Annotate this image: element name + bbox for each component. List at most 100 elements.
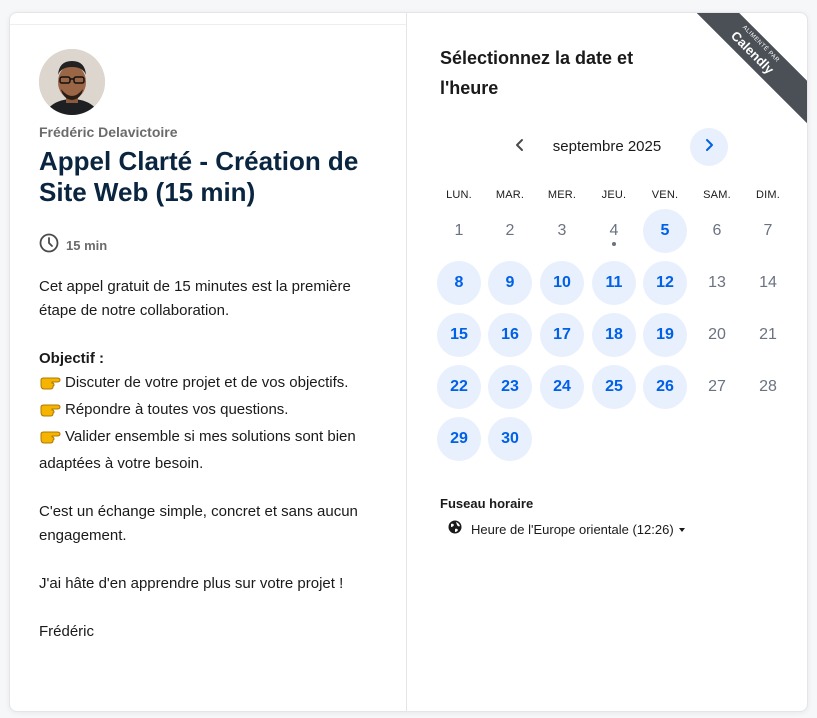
event-description: Cet appel gratuit de 15 minutes est la p… [39, 275, 389, 644]
day-number: 16 [501, 326, 519, 343]
day-number: 28 [759, 378, 777, 395]
weekday-label: JEU. [601, 189, 627, 201]
calendar-day-available[interactable]: 11 [592, 261, 636, 305]
day-number: 22 [450, 378, 468, 395]
calendar-day-available[interactable]: 26 [643, 365, 687, 409]
event-duration: 15 min [39, 233, 107, 258]
day-number: 21 [759, 326, 777, 343]
description-simple: C'est un échange simple, concret et sans… [39, 503, 358, 544]
timezone-value: Heure de l'Europe orientale (12:26) [471, 522, 674, 537]
calendar-day: 1 [437, 209, 481, 253]
divider [10, 24, 407, 25]
previous-month-button[interactable] [503, 130, 537, 164]
day-number: 8 [454, 274, 464, 291]
calendar-day-available[interactable]: 12 [643, 261, 687, 305]
day-number: 13 [708, 274, 726, 291]
day-number: 2 [505, 222, 515, 239]
next-month-button[interactable] [690, 128, 728, 166]
day-number: 18 [605, 326, 623, 343]
month-navigation: septembre 2025 [407, 127, 807, 167]
backhand-index-pointing-right-icon [39, 374, 61, 398]
description-intro: Cet appel gratuit de 15 minutes est la p… [39, 278, 351, 319]
date-picker-panel: Sélectionnez la date et l'heure ALIMENTÉ… [407, 13, 807, 711]
timezone-selector[interactable]: Heure de l'Europe orientale (12:26) [448, 520, 685, 539]
weekday-label: SAM. [703, 189, 731, 201]
calendar-day-available[interactable]: 23 [488, 365, 532, 409]
weekday-label: DIM. [755, 189, 781, 201]
chevron-right-icon [703, 138, 715, 157]
globe-icon [448, 520, 462, 539]
calendar-day: 27 [695, 365, 739, 409]
weekday-label: VEN. [651, 189, 679, 201]
day-number: 9 [505, 274, 515, 291]
day-number: 19 [656, 326, 674, 343]
day-number: 7 [763, 222, 773, 239]
calendar-day-available[interactable]: 17 [540, 313, 584, 357]
calendar-day-available[interactable]: 10 [540, 261, 584, 305]
calendar-day: 20 [695, 313, 739, 357]
backhand-index-pointing-right-icon [39, 401, 61, 425]
day-number: 6 [712, 222, 722, 239]
clock-icon [39, 233, 59, 258]
booking-card: Frédéric Delavictoire Appel Clarté - Cré… [9, 12, 808, 712]
calendar-day-available[interactable]: 15 [437, 313, 481, 357]
day-number: 20 [708, 326, 726, 343]
calendar-day-available[interactable]: 29 [437, 417, 481, 461]
weekday-label: MAR. [495, 189, 525, 201]
objective-label: Objectif : [39, 350, 105, 367]
day-number: 10 [553, 274, 571, 291]
calendar-day: 6 [695, 209, 739, 253]
calendar-day: 2 [488, 209, 532, 253]
day-number: 29 [450, 430, 468, 447]
objective-point: Répondre à toutes vos questions. [39, 398, 389, 425]
caret-down-icon [678, 528, 685, 532]
calendar-day-available[interactable]: 18 [592, 313, 636, 357]
calendar-day-available[interactable]: 8 [437, 261, 481, 305]
calendar-day-available[interactable]: 5 [643, 209, 687, 253]
signature: Frédéric [39, 623, 95, 640]
day-number: 24 [553, 378, 571, 395]
calendar-day: 3 [540, 209, 584, 253]
weekday-label: MER. [547, 189, 577, 201]
timezone-label: Fuseau horaire [440, 496, 534, 511]
day-number: 1 [454, 222, 464, 239]
calendar-day: 21 [746, 313, 790, 357]
day-number: 26 [656, 378, 674, 395]
day-number: 23 [501, 378, 519, 395]
calendar-day-available[interactable]: 25 [592, 365, 636, 409]
objective-point: Valider ensemble si mes solutions sont b… [39, 428, 356, 472]
month-label: septembre 2025 [552, 138, 662, 155]
calendar-day: 4 [592, 209, 636, 253]
day-number: 11 [605, 274, 623, 291]
chevron-left-icon [514, 138, 526, 157]
backhand-index-pointing-right-icon [39, 428, 61, 452]
duration-label: 15 min [66, 238, 108, 253]
day-number: 12 [656, 274, 674, 291]
avatar [39, 49, 105, 115]
event-details-panel: Frédéric Delavictoire Appel Clarté - Cré… [10, 13, 407, 711]
calendar-day-available[interactable]: 30 [488, 417, 532, 461]
day-number: 27 [708, 378, 726, 395]
day-number: 14 [759, 274, 777, 291]
day-number: 3 [557, 222, 567, 239]
calendar-day-available[interactable]: 9 [488, 261, 532, 305]
calendar-day-available[interactable]: 16 [488, 313, 532, 357]
calendar-day: 13 [695, 261, 739, 305]
calendar-day: 14 [746, 261, 790, 305]
weekday-label: LUN. [446, 189, 472, 201]
day-number: 17 [553, 326, 571, 343]
calendar-day: 28 [746, 365, 790, 409]
day-number: 15 [450, 326, 468, 343]
calendar-day: 7 [746, 209, 790, 253]
description-closing: J'ai hâte d'en apprendre plus sur votre … [39, 575, 344, 592]
calendly-badge[interactable]: ALIMENTÉ PAR Calendly [697, 13, 807, 123]
event-title: Appel Clarté - Création de Site Web (15 … [39, 146, 359, 207]
calendar-day-available[interactable]: 19 [643, 313, 687, 357]
day-number: 25 [605, 378, 623, 395]
calendar-day-available[interactable]: 24 [540, 365, 584, 409]
host-name: Frédéric Delavictoire [39, 124, 178, 140]
day-number: 4 [609, 222, 619, 239]
today-indicator [612, 242, 616, 246]
calendar-day-available[interactable]: 22 [437, 365, 481, 409]
objective-point: Discuter de votre projet et de vos objec… [39, 371, 389, 398]
